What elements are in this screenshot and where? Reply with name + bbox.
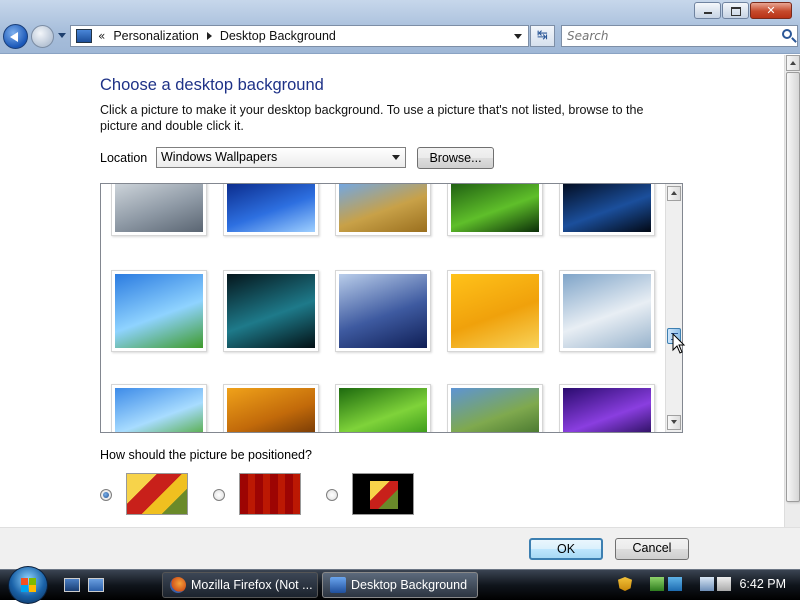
location-selected-value: Windows Wallpapers <box>161 150 278 164</box>
wallpaper-thumbnail-image <box>227 274 315 348</box>
position-tile-radio[interactable] <box>213 489 225 501</box>
start-button[interactable] <box>8 566 48 604</box>
taskbar-item-desktop-background[interactable]: Desktop Background <box>322 572 478 598</box>
window-scrollbar[interactable] <box>784 55 800 527</box>
chevron-down-icon[interactable] <box>392 155 400 160</box>
breadcrumb-desktop-background[interactable]: Desktop Background <box>220 29 336 43</box>
search-input[interactable] <box>562 26 762 46</box>
taskbar-item-firefox[interactable]: Mozilla Firefox (Not ... <box>162 572 318 598</box>
cancel-button[interactable]: Cancel <box>615 538 689 560</box>
volume-muted-icon[interactable] <box>717 577 731 591</box>
clock[interactable]: 6:42 PM <box>739 577 786 591</box>
location-select[interactable]: Windows Wallpapers <box>156 147 406 168</box>
firefox-icon <box>170 577 186 593</box>
address-box[interactable]: « Personalization Desktop Background <box>70 25 529 47</box>
breadcrumb-personalization[interactable]: Personalization <box>113 29 198 43</box>
control-panel-icon <box>76 29 92 43</box>
taskbar-item-label: Desktop Background <box>351 578 468 592</box>
position-fill-radio[interactable] <box>100 489 112 501</box>
refresh-icon: ↹ <box>537 28 548 43</box>
page-title: Choose a desktop background <box>100 76 324 94</box>
mouse-cursor-icon <box>672 333 686 354</box>
back-button[interactable] <box>3 24 28 49</box>
search-icon[interactable] <box>782 29 792 39</box>
breadcrumb-separator-icon[interactable] <box>206 32 212 40</box>
network-connection-icon[interactable] <box>700 577 714 591</box>
wallpaper-thumbnail-image <box>563 274 651 348</box>
position-tile-preview[interactable] <box>239 473 301 515</box>
wallpaper-blue-streak[interactable] <box>223 184 319 236</box>
gallery-scroll-down-button[interactable] <box>667 415 681 430</box>
wallpaper-tree[interactable] <box>447 384 543 432</box>
wallpaper-purple-aurora[interactable] <box>559 384 655 432</box>
search-box[interactable] <box>561 25 798 47</box>
position-center-radio[interactable] <box>326 489 338 501</box>
wallpaper-thumbnail-image <box>115 274 203 348</box>
position-fill-preview[interactable] <box>126 473 188 515</box>
wallpaper-mount-fuji[interactable] <box>335 270 431 352</box>
refresh-button[interactable]: ↹ <box>530 25 555 47</box>
gallery-scrollbar[interactable] <box>665 184 682 432</box>
minimize-button[interactable] <box>694 2 721 19</box>
wallpaper-snowy-mountains[interactable] <box>559 270 655 352</box>
wallpaper-orange-abstract[interactable] <box>447 270 543 352</box>
close-button[interactable] <box>750 2 792 19</box>
wallpaper-thumbnail-image <box>339 184 427 232</box>
wallpaper-honeycomb[interactable] <box>223 384 319 432</box>
breadcrumb-overflow[interactable]: « <box>98 29 105 43</box>
wallpaper-green-glow[interactable] <box>335 384 431 432</box>
wallpaper-thumbnail-image <box>115 184 203 232</box>
windows-update-icon[interactable] <box>668 577 682 591</box>
wallpaper-bliss[interactable] <box>111 384 207 432</box>
wallpaper-green-drop[interactable] <box>447 184 543 236</box>
forward-button[interactable] <box>31 25 54 48</box>
location-label: Location <box>100 151 148 165</box>
window-controls <box>693 2 792 19</box>
address-bar-region: « Personalization Desktop Background ↹ <box>0 0 800 54</box>
page-description: Click a picture to make it your desktop … <box>100 103 644 133</box>
browse-button[interactable]: Browse... <box>417 147 494 169</box>
wallpaper-thumbnail-image <box>227 184 315 232</box>
wallpaper-bliss-reflection[interactable] <box>111 270 207 352</box>
address-dropdown-icon[interactable] <box>514 33 522 39</box>
recent-pages-dropdown[interactable] <box>58 33 66 38</box>
show-desktop-icon[interactable] <box>64 578 80 592</box>
switch-windows-icon[interactable] <box>88 578 104 592</box>
wallpaper-thumbnail-image <box>227 388 315 432</box>
wallpaper-thumbnail-image <box>563 184 651 232</box>
network-icon[interactable] <box>650 577 664 591</box>
gallery-scroll-up-button[interactable] <box>667 186 681 201</box>
wallpaper-thumbnail-image <box>339 274 427 348</box>
wallpaper-dark-light-rays[interactable] <box>223 270 319 352</box>
wallpaper-thumbnail-image <box>451 388 539 432</box>
position-question: How should the picture be positioned? <box>100 448 312 462</box>
taskbar-item-label: Mozilla Firefox (Not ... <box>191 578 313 592</box>
security-shield-icon[interactable] <box>618 577 632 591</box>
system-tray: 6:42 PM <box>604 572 800 598</box>
wallpaper-wheat-field[interactable] <box>335 184 431 236</box>
wallpaper-windows10-dark[interactable] <box>559 184 655 236</box>
position-center-preview[interactable] <box>352 473 414 515</box>
maximize-button[interactable] <box>722 2 749 19</box>
center-preview-image <box>370 481 398 509</box>
windows-logo-icon <box>21 578 36 592</box>
window-scroll-thumb[interactable] <box>786 72 800 502</box>
wallpaper-gallery <box>100 183 683 433</box>
ok-button[interactable]: OK <box>529 538 603 560</box>
window-scroll-up-button[interactable] <box>786 55 800 71</box>
wallpaper-thumbnail-image <box>451 274 539 348</box>
wallpaper-glass-tiles[interactable] <box>111 184 207 236</box>
wallpaper-thumbnail-image <box>563 388 651 432</box>
wallpaper-thumbnail-image <box>339 388 427 432</box>
wallpaper-thumbnail-image <box>115 388 203 432</box>
control-panel-icon <box>330 577 346 593</box>
wallpaper-thumbnail-image <box>451 184 539 232</box>
